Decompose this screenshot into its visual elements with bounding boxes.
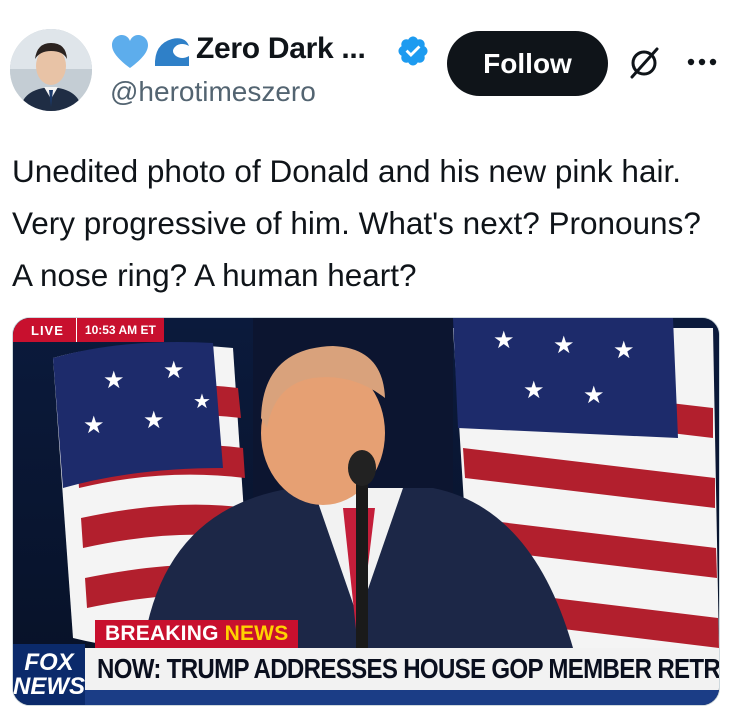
fox-logo-line1: FOX [24,648,74,676]
breaking-news-label: NEWS [224,622,289,645]
svg-text:★: ★ [493,327,515,354]
live-tag: LIVE 10:53 AM ET [13,318,164,342]
fox-news-logo: FOX NEWS [13,644,85,705]
fox-logo-line2: NEWS [13,672,85,700]
headline-bar: NOW: TRUMP ADDRESSES HOUSE GOP MEMBER RE… [85,648,719,690]
tweet-media[interactable]: ★ ★ ★ ★ ★ ★ ★ ★ ★ ★ LIVE 10:53 AM ET BRE… [12,317,720,706]
tweet-text: Unedited photo of Donald and his new pin… [12,153,701,293]
more-options-button[interactable] [684,44,720,80]
follow-button[interactable]: Follow [447,31,608,96]
svg-text:★: ★ [553,332,575,359]
svg-text:★: ★ [163,357,185,384]
blue-heart-icon [112,35,148,68]
breaking-label: BREAKING [105,622,219,645]
live-label: LIVE [13,318,76,342]
wave-icon [154,38,189,66]
ticker-strip [85,690,719,705]
author-handle[interactable]: @herotimeszero [110,76,316,108]
author-avatar[interactable] [10,29,92,111]
live-time: 10:53 AM ET [75,318,164,342]
author-display-name[interactable]: Zero Dark ... [196,32,366,66]
svg-text:★: ★ [523,377,545,404]
svg-text:★: ★ [143,407,165,434]
avatar-image [10,29,92,111]
svg-text:★: ★ [193,391,211,413]
name-emojis [110,34,192,70]
verified-badge-icon [398,36,428,66]
svg-text:★: ★ [83,412,105,439]
svg-text:★: ★ [613,337,635,364]
svg-text:★: ★ [103,367,125,394]
svg-text:★: ★ [583,382,605,409]
breaking-news-banner: BREAKING NEWS [95,620,299,648]
news-headline: NOW: TRUMP ADDRESSES HOUSE GOP MEMBER RE… [97,653,720,684]
grok-icon[interactable] [627,46,661,80]
more-icon [687,58,717,66]
